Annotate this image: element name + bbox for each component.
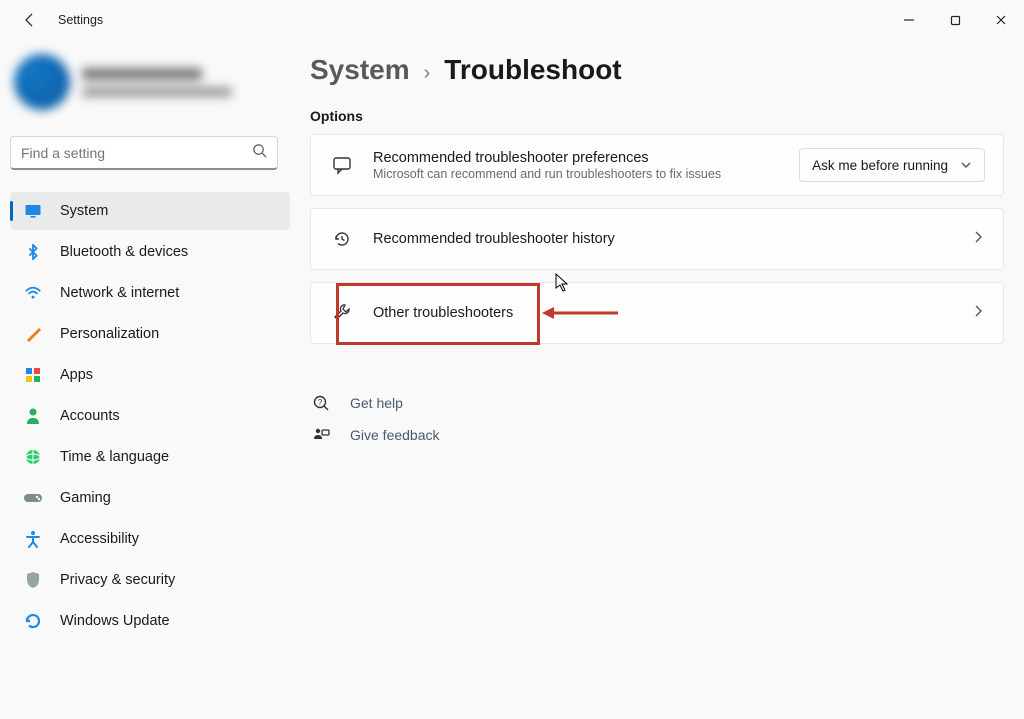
- option-recommended-history[interactable]: Recommended troubleshooter history: [310, 208, 1004, 270]
- chevron-right-icon: [971, 304, 985, 323]
- wrench-icon: [329, 300, 355, 326]
- chevron-right-icon: ›: [424, 62, 431, 85]
- sidebar-item-personalization[interactable]: Personalization: [10, 315, 290, 353]
- sidebar-item-label: Time & language: [60, 449, 169, 465]
- sidebar: System Bluetooth & devices Network & int…: [0, 40, 300, 719]
- search-input[interactable]: [21, 145, 252, 161]
- page-title: Troubleshoot: [444, 54, 621, 86]
- user-block[interactable]: [10, 46, 290, 120]
- sidebar-item-label: Accounts: [60, 408, 120, 424]
- option-recommended-preferences[interactable]: Recommended troubleshooter preferences M…: [310, 134, 1004, 196]
- maximize-icon: [950, 15, 961, 26]
- bluetooth-icon: [22, 241, 44, 263]
- wifi-icon: [22, 282, 44, 304]
- sidebar-item-label: Accessibility: [60, 531, 139, 547]
- person-icon: [22, 405, 44, 427]
- user-email: [82, 87, 232, 97]
- select-value: Ask me before running: [812, 158, 948, 173]
- give-feedback-link[interactable]: Give feedback: [310, 426, 1004, 444]
- sidebar-item-label: Privacy & security: [60, 572, 175, 588]
- option-title: Recommended troubleshooter preferences: [373, 150, 799, 166]
- avatar: [14, 54, 70, 110]
- sidebar-item-privacy[interactable]: Privacy & security: [10, 561, 290, 599]
- breadcrumb: System › Troubleshoot: [310, 54, 1004, 86]
- brush-icon: [22, 323, 44, 345]
- sidebar-item-system[interactable]: System: [10, 192, 290, 230]
- section-label: Options: [310, 108, 1004, 124]
- search-input-wrapper[interactable]: [10, 136, 278, 170]
- option-subtitle: Microsoft can recommend and run troubles…: [373, 167, 799, 181]
- search-icon: [252, 143, 267, 163]
- chevron-down-icon: [960, 159, 972, 171]
- preference-select[interactable]: Ask me before running: [799, 148, 985, 182]
- option-title: Recommended troubleshooter history: [373, 231, 971, 247]
- close-button[interactable]: [978, 0, 1024, 40]
- back-button[interactable]: [16, 6, 44, 34]
- sidebar-item-windows-update[interactable]: Windows Update: [10, 602, 290, 640]
- sidebar-item-label: Gaming: [60, 490, 111, 506]
- shield-icon: [22, 569, 44, 591]
- window-title: Settings: [58, 13, 103, 27]
- accessibility-icon: [22, 528, 44, 550]
- help-icon: ?: [310, 394, 332, 412]
- minimize-button[interactable]: [886, 0, 932, 40]
- chevron-right-icon: [971, 230, 985, 249]
- sidebar-item-label: Windows Update: [60, 613, 170, 629]
- sidebar-item-time-language[interactable]: Time & language: [10, 438, 290, 476]
- globe-icon: [22, 446, 44, 468]
- feedback-icon: [310, 426, 332, 444]
- history-icon: [329, 226, 355, 252]
- arrow-left-icon: [22, 12, 38, 28]
- sidebar-item-label: Personalization: [60, 326, 159, 342]
- main-panel: System › Troubleshoot Options Recommende…: [300, 40, 1024, 719]
- option-title: Other troubleshooters: [373, 305, 971, 321]
- close-icon: [995, 14, 1007, 26]
- nav-list: System Bluetooth & devices Network & int…: [10, 192, 290, 640]
- sidebar-item-label: Apps: [60, 367, 93, 383]
- get-help-label: Get help: [350, 395, 403, 411]
- apps-icon: [22, 364, 44, 386]
- sidebar-item-label: System: [60, 203, 108, 219]
- chat-icon: [329, 152, 355, 178]
- maximize-button[interactable]: [932, 0, 978, 40]
- give-feedback-label: Give feedback: [350, 427, 440, 443]
- sidebar-item-label: Bluetooth & devices: [60, 244, 188, 260]
- sidebar-item-apps[interactable]: Apps: [10, 356, 290, 394]
- get-help-link[interactable]: ? Get help: [310, 394, 1004, 412]
- breadcrumb-parent[interactable]: System: [310, 54, 410, 86]
- svg-text:?: ?: [318, 398, 323, 407]
- sidebar-item-accounts[interactable]: Accounts: [10, 397, 290, 435]
- user-name: [82, 68, 202, 80]
- sidebar-item-network[interactable]: Network & internet: [10, 274, 290, 312]
- sidebar-item-label: Network & internet: [60, 285, 179, 301]
- display-icon: [22, 200, 44, 222]
- sidebar-item-bluetooth[interactable]: Bluetooth & devices: [10, 233, 290, 271]
- sidebar-item-accessibility[interactable]: Accessibility: [10, 520, 290, 558]
- gamepad-icon: [22, 487, 44, 509]
- sidebar-item-gaming[interactable]: Gaming: [10, 479, 290, 517]
- update-icon: [22, 610, 44, 632]
- minimize-icon: [903, 14, 915, 26]
- option-other-troubleshooters[interactable]: Other troubleshooters: [310, 282, 1004, 344]
